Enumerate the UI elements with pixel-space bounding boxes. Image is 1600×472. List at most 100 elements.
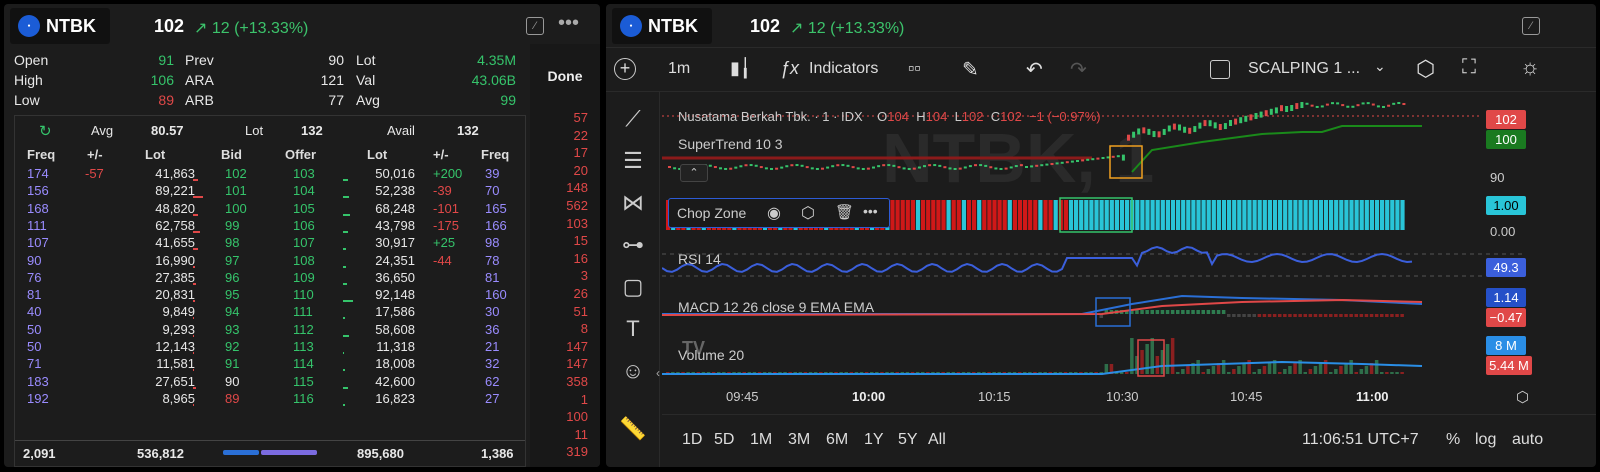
auto-toggle[interactable]: auto: [1512, 431, 1543, 449]
emoji-icon[interactable]: ☺: [620, 358, 646, 384]
candle: [1274, 107, 1278, 114]
more-icon[interactable]: •••: [863, 203, 878, 219]
offer-price[interactable]: 103: [293, 166, 315, 181]
axis-settings-icon[interactable]: ⬡: [1516, 388, 1529, 406]
range-all-button[interactable]: All: [928, 431, 946, 449]
trash-icon[interactable]: 🗑: [835, 203, 854, 221]
bid-price[interactable]: 101: [225, 183, 247, 198]
fib-lines-icon[interactable]: ☰: [620, 148, 646, 174]
brush-icon[interactable]: ✎: [962, 57, 979, 82]
chop-zone-legend[interactable]: Chop Zone ◉ ⬡ 🗑 •••: [668, 198, 890, 228]
bid-price[interactable]: 91: [225, 356, 239, 371]
percent-toggle[interactable]: %: [1446, 431, 1460, 449]
range-3m-button[interactable]: 3M: [788, 431, 810, 449]
collapse-toolbar-icon[interactable]: ‹: [656, 366, 660, 380]
pattern-icon[interactable]: ⋈: [620, 190, 646, 216]
interval-button[interactable]: 1m: [668, 60, 690, 78]
macd-hist: [1211, 310, 1216, 314]
pen-icon[interactable]: ⁄: [1522, 17, 1540, 35]
supertrend-up-line: [1131, 125, 1422, 173]
more-icon[interactable]: •••: [558, 12, 579, 35]
bid-price[interactable]: 97: [225, 253, 239, 268]
layout-name[interactable]: SCALPING 1 ...: [1248, 60, 1360, 78]
range-1y-button[interactable]: 1Y: [864, 431, 884, 449]
offer-price[interactable]: 111: [293, 304, 313, 319]
offer-price[interactable]: 104: [293, 183, 315, 198]
log-toggle[interactable]: log: [1475, 431, 1496, 449]
offer-price[interactable]: 116: [293, 391, 314, 406]
offer-price[interactable]: 114: [293, 356, 314, 371]
candles-icon[interactable]: ▮╽: [730, 58, 751, 79]
bid-price[interactable]: 100: [225, 201, 247, 216]
rectangle-icon[interactable]: ▢: [620, 274, 646, 300]
range-1m-button[interactable]: 1M: [750, 431, 772, 449]
bid-price[interactable]: 90: [225, 374, 239, 389]
offer-price[interactable]: 109: [293, 270, 315, 285]
layout-checkbox-icon[interactable]: [1210, 60, 1230, 79]
candle: [1142, 127, 1146, 134]
range-1d-button[interactable]: 1D: [682, 431, 702, 449]
range-6m-button[interactable]: 6M: [826, 431, 848, 449]
text-icon[interactable]: T: [620, 316, 646, 342]
offer-price[interactable]: 113: [293, 339, 314, 354]
offer-change: +200: [433, 166, 463, 181]
bid-price[interactable]: 99: [225, 218, 239, 233]
bid-price[interactable]: 95: [225, 287, 239, 302]
ruler-icon[interactable]: 📏: [619, 416, 646, 442]
offer-price[interactable]: 107: [293, 235, 315, 250]
bid-price[interactable]: 102: [225, 166, 247, 181]
pen-icon[interactable]: ⁄: [526, 17, 544, 35]
bid-price[interactable]: 96: [225, 270, 239, 285]
candle: [1055, 162, 1059, 165]
function-icon[interactable]: ƒx: [780, 58, 799, 79]
offer-price[interactable]: 115: [293, 374, 314, 389]
offer-price[interactable]: 106: [293, 218, 315, 233]
offer-price[interactable]: 112: [293, 322, 314, 337]
done-value: 16: [573, 250, 588, 266]
legend-name: Nusatama Berkah Tbk. · 1 · IDX: [678, 109, 863, 124]
chop-bar: [1028, 200, 1033, 230]
forecast-icon[interactable]: ⊶: [620, 232, 646, 258]
symbol-chip[interactable]: ● NTBK: [10, 8, 110, 44]
undo-icon[interactable]: ↶: [1026, 57, 1043, 82]
candle: [764, 167, 768, 170]
bid-price[interactable]: 98: [225, 235, 239, 250]
settings-hex-icon[interactable]: ⬡: [1416, 56, 1435, 82]
chevron-down-icon[interactable]: ⌄: [1374, 58, 1386, 75]
offer-price[interactable]: 110: [293, 287, 314, 302]
chop-bar: [1385, 200, 1390, 230]
candle: [1178, 124, 1181, 131]
chop-bar: [910, 200, 915, 230]
range-5y-button[interactable]: 5Y: [898, 431, 918, 449]
eye-icon[interactable]: ◉: [767, 203, 781, 223]
indicators-button[interactable]: Indicators: [809, 60, 878, 78]
chart-symbol-chip[interactable]: ● NTBK: [612, 8, 712, 44]
candle: [1249, 114, 1253, 121]
settings-icon[interactable]: ⬡: [801, 203, 815, 223]
bid-lot: 20,831: [155, 287, 195, 303]
volume-bar: [1359, 369, 1364, 374]
offer-price[interactable]: 108: [293, 253, 315, 268]
bid-price[interactable]: 92: [225, 339, 239, 354]
redo-icon[interactable]: ↷: [1070, 57, 1087, 82]
offer-lot: 58,608: [375, 321, 415, 337]
bid-price[interactable]: 94: [225, 304, 239, 319]
refresh-icon[interactable]: ↻: [39, 122, 52, 140]
range-5d-button[interactable]: 5D: [714, 431, 734, 449]
bid-price[interactable]: 93: [225, 322, 239, 337]
bid-price[interactable]: 89: [225, 391, 239, 406]
chart-canvas[interactable]: NTBK, 1TV: [662, 92, 1596, 412]
theme-sun-icon[interactable]: ☼: [1520, 54, 1540, 80]
templates-icon[interactable]: ▫▫: [908, 58, 921, 79]
fullscreen-icon[interactable]: ⛶: [1462, 56, 1476, 79]
offer-price[interactable]: 105: [293, 201, 315, 216]
volume-bar: [1227, 372, 1231, 374]
candle: [744, 164, 748, 167]
trendline-icon[interactable]: ⟋: [620, 106, 646, 132]
add-symbol-icon[interactable]: +: [614, 58, 636, 80]
candle: [1320, 105, 1324, 108]
offer-lot: 11,318: [376, 339, 415, 354]
candle: [724, 167, 728, 170]
collapse-up-icon[interactable]: ⌃: [680, 164, 708, 182]
macd-hist: [1181, 310, 1185, 314]
